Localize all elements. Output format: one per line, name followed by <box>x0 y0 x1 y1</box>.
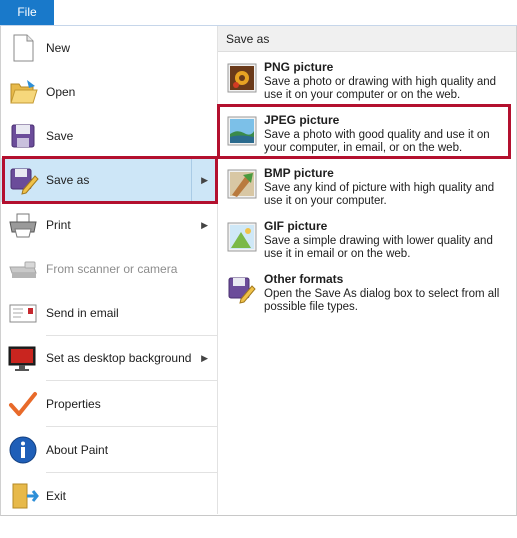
save-as-option-png[interactable]: PNG picture Save a photo or drawing with… <box>218 55 516 107</box>
menu-item-label: Print <box>46 218 71 232</box>
chevron-right-icon: ▶ <box>201 175 208 185</box>
other-formats-icon <box>228 277 256 304</box>
menu-item-properties[interactable]: Properties <box>1 382 217 426</box>
menu-item-about[interactable]: About Paint <box>1 428 217 472</box>
menu-item-send-email[interactable]: Send in email <box>1 291 217 335</box>
save-as-option-bmp[interactable]: BMP picture Save any kind of picture wit… <box>218 161 516 213</box>
floppy-disk-icon <box>11 124 35 148</box>
option-title: PNG picture <box>264 60 334 74</box>
desktop-background-icon <box>8 346 36 371</box>
menu-item-label: Send in email <box>46 306 119 320</box>
bmp-picture-icon <box>227 169 257 199</box>
option-title: JPEG picture <box>264 113 340 127</box>
save-as-panel-header: Save as <box>218 26 516 52</box>
save-as-option-jpeg[interactable]: JPEG picture Save a photo with good qual… <box>218 108 516 160</box>
save-as-option-other[interactable]: Other formats Open the Save As dialog bo… <box>218 267 516 319</box>
menu-separator <box>46 380 217 381</box>
folder-open-icon <box>10 80 38 104</box>
exit-icon <box>12 483 39 509</box>
menu-item-scanner: From scanner or camera <box>1 247 217 291</box>
menu-item-save-as[interactable]: Save as ▶ <box>1 158 218 202</box>
file-menu: New Open Save Save as ▶ Print ▶ From sca… <box>0 26 517 516</box>
option-description: Save any kind of picture with high quali… <box>264 182 495 207</box>
menu-item-open[interactable]: Open <box>1 70 217 114</box>
file-menu-commands: New Open Save Save as ▶ Print ▶ From sca… <box>1 26 218 514</box>
checkmark-icon <box>9 392 37 416</box>
save-as-option-gif[interactable]: GIF picture Save a simple drawing with l… <box>218 214 516 266</box>
file-tab[interactable]: File <box>0 0 54 25</box>
save-as-icon <box>10 168 39 195</box>
option-description: Save a photo with good quality and use i… <box>264 129 490 154</box>
title-bar: File <box>0 0 517 26</box>
png-picture-icon <box>227 63 257 93</box>
menu-item-label: Save <box>46 129 74 143</box>
chevron-right-icon: ▶ <box>201 220 208 230</box>
save-as-panel: Save as PNG picture Save a photo or draw… <box>218 26 516 514</box>
menu-item-label: Save as <box>46 173 90 187</box>
menu-separator <box>46 472 217 473</box>
menu-separator <box>46 426 217 427</box>
menu-item-desktop-background[interactable]: Set as desktop background ▶ <box>1 336 217 380</box>
option-description: Save a photo or drawing with high qualit… <box>264 76 497 101</box>
scanner-icon <box>9 261 37 278</box>
jpeg-picture-icon <box>227 116 257 146</box>
menu-item-label: From scanner or camera <box>46 262 178 276</box>
printer-icon <box>9 213 37 238</box>
menu-item-exit[interactable]: Exit <box>1 474 217 518</box>
option-title: Other formats <box>264 272 344 286</box>
menu-item-label: About Paint <box>46 443 109 457</box>
menu-item-label: Exit <box>46 489 67 503</box>
menu-item-label: Properties <box>46 397 101 411</box>
menu-item-save[interactable]: Save <box>1 114 217 158</box>
menu-item-label: New <box>46 41 71 55</box>
menu-item-label: Set as desktop background <box>46 351 192 365</box>
menu-item-label: Open <box>46 85 76 99</box>
email-icon <box>9 304 37 323</box>
info-icon <box>9 436 37 464</box>
option-description: Save a simple drawing with lower quality… <box>264 235 493 260</box>
menu-item-print[interactable]: Print ▶ <box>1 203 217 247</box>
option-title: GIF picture <box>264 219 328 233</box>
gif-picture-icon <box>227 222 257 252</box>
new-document-icon <box>13 34 34 62</box>
chevron-right-icon: ▶ <box>201 353 208 363</box>
option-description: Open the Save As dialog box to select fr… <box>264 288 500 313</box>
menu-item-new[interactable]: New <box>1 26 217 70</box>
option-title: BMP picture <box>264 166 334 180</box>
